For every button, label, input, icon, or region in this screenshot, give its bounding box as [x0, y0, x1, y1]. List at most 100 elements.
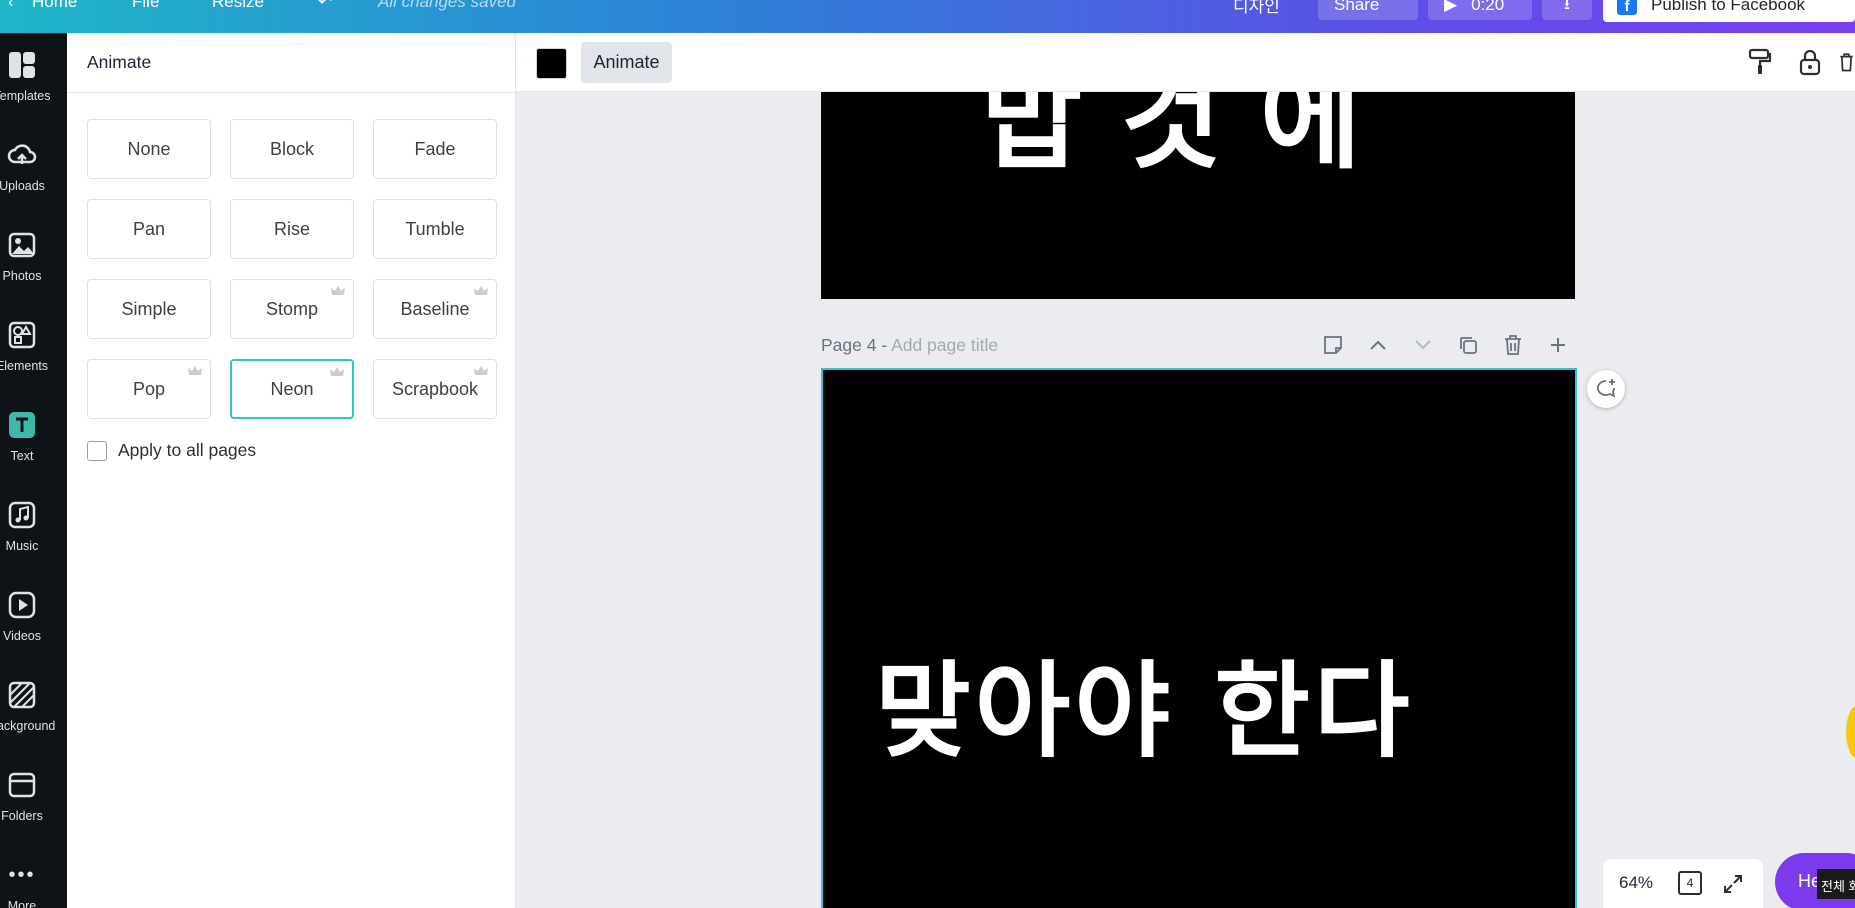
page-notes-icon[interactable] [1320, 332, 1346, 358]
home-button[interactable]: Home [32, 0, 77, 12]
animate-option-stomp[interactable]: Stomp [230, 279, 354, 339]
delete-page-icon[interactable] [1500, 332, 1526, 358]
add-page-icon[interactable] [1545, 332, 1571, 358]
animate-panel: Animate None Block Fade Pan Rise Tumble … [67, 33, 516, 908]
rail-item-templates[interactable]: Templates [0, 49, 67, 129]
panel-title: Animate [87, 52, 152, 72]
paint-roller-icon[interactable] [1745, 45, 1775, 79]
publish-facebook-button[interactable]: f Publish to Facebook [1603, 0, 1855, 22]
option-label: Simple [121, 298, 177, 319]
move-page-up-icon[interactable] [1365, 332, 1391, 358]
animate-option-none[interactable]: None [87, 119, 211, 179]
rail-label: Videos [3, 629, 41, 643]
play-icon [6, 589, 38, 621]
rail-label: More [7, 899, 37, 908]
top-bar: ‹ Home File Resize ↶ All changes saved 디… [0, 0, 1855, 33]
share-button[interactable]: Share [1318, 0, 1418, 20]
animate-option-rise[interactable]: Rise [230, 199, 354, 259]
context-toolbar: Animate [516, 33, 1855, 92]
zoom-level[interactable]: 64% [1619, 873, 1653, 893]
left-rail: Templates Uploads Photos Elements Text M… [0, 33, 67, 908]
animate-option-pan[interactable]: Pan [87, 199, 211, 259]
animate-option-baseline[interactable]: Baseline [373, 279, 497, 339]
panel-divider [67, 92, 516, 93]
rail-label: Text [10, 449, 34, 463]
design-name[interactable]: 디자인 [1233, 0, 1280, 17]
page-4-label: Page 4 - Add page title [821, 335, 998, 356]
file-menu[interactable]: File [132, 0, 159, 12]
duration-label: 0:20 [1471, 0, 1505, 14]
download-icon: ⭳ [1564, 0, 1570, 13]
animate-option-pop[interactable]: Pop [87, 359, 211, 419]
facebook-icon: f [1617, 0, 1637, 15]
page-count-value: 4 [1686, 876, 1694, 890]
rail-item-elements[interactable]: Elements [0, 319, 67, 399]
fullscreen-icon[interactable] [1720, 871, 1746, 897]
rail-item-background[interactable]: Background [0, 679, 67, 759]
fullscreen-tooltip: 전체 화 [1817, 869, 1855, 899]
crown-icon [188, 366, 202, 375]
lock-icon[interactable] [1795, 45, 1825, 79]
share-label: Share [1334, 0, 1380, 14]
trash-icon[interactable] [1838, 45, 1855, 79]
apply-all-pages[interactable]: Apply to all pages [87, 440, 256, 461]
photo-icon [6, 229, 38, 261]
text-color-swatch[interactable] [536, 48, 567, 79]
text-icon [6, 409, 38, 441]
rail-item-text[interactable]: Text [0, 409, 67, 489]
comment-plus-icon [1597, 379, 1616, 398]
animate-option-neon[interactable]: Neon [230, 359, 354, 419]
page-3-canvas[interactable]: 맙 것 에 [821, 92, 1575, 299]
download-button[interactable]: ⭳ [1542, 0, 1592, 20]
option-label: Tumble [405, 218, 465, 239]
rail-item-music[interactable]: Music [0, 499, 67, 579]
resize-menu[interactable]: Resize [212, 0, 264, 12]
option-label: Neon [270, 378, 314, 399]
animate-button-label: Animate [593, 52, 660, 72]
apply-all-checkbox[interactable] [87, 440, 107, 461]
shapes-icon [6, 319, 38, 351]
rail-label: Elements [0, 359, 49, 373]
page-4-text[interactable]: 맞아야 한다 [875, 626, 1414, 777]
add-comment-button[interactable] [1587, 370, 1625, 408]
rail-label: Uploads [0, 179, 45, 193]
rail-item-folders[interactable]: Folders [0, 769, 67, 849]
option-label: Baseline [400, 298, 470, 319]
rail-item-photos[interactable]: Photos [0, 229, 67, 309]
folder-icon [6, 769, 38, 801]
publish-label: Publish to Facebook [1651, 0, 1806, 14]
undo-icon[interactable]: ↶ [318, 0, 332, 12]
animate-option-simple[interactable]: Simple [87, 279, 211, 339]
play-button[interactable]: ▶ 0:20 [1428, 0, 1532, 20]
play-icon: ▶ [1444, 0, 1458, 14]
option-label: Rise [273, 218, 310, 239]
option-label: Pan [132, 218, 166, 239]
page-4-canvas[interactable]: 맞아야 한다 [821, 368, 1577, 908]
duplicate-page-icon[interactable] [1455, 332, 1481, 358]
upload-cloud-icon [6, 139, 38, 171]
rail-item-uploads[interactable]: Uploads [0, 139, 67, 219]
rail-item-more[interactable]: ••• More [0, 859, 67, 908]
page-title-input[interactable]: Add page title [891, 335, 998, 355]
apply-all-label: Apply to all pages [118, 440, 257, 460]
animate-option-scrapbook[interactable]: Scrapbook [373, 359, 497, 419]
rail-label: Folders [1, 809, 43, 823]
animate-option-tumble[interactable]: Tumble [373, 199, 497, 259]
page-3-text[interactable]: 맙 것 에 [981, 92, 1461, 190]
option-label: Pop [132, 378, 166, 399]
back-chevron-icon[interactable]: ‹ [8, 0, 14, 12]
animate-option-fade[interactable]: Fade [373, 119, 497, 179]
page-count-button[interactable]: 4 [1678, 871, 1702, 895]
option-label: Stomp [265, 298, 319, 319]
more-dots-icon: ••• [8, 863, 36, 886]
rail-item-videos[interactable]: Videos [0, 589, 67, 669]
rail-label: Photos [2, 269, 42, 283]
crown-icon [474, 366, 488, 375]
zoom-controls: 64% 4 [1603, 859, 1763, 908]
move-page-down-icon[interactable] [1410, 332, 1436, 358]
music-note-icon [6, 499, 38, 531]
animate-button[interactable]: Animate [581, 42, 672, 83]
option-label: Scrapbook [391, 378, 479, 399]
templates-icon [6, 49, 38, 81]
animate-option-block[interactable]: Block [230, 119, 354, 179]
